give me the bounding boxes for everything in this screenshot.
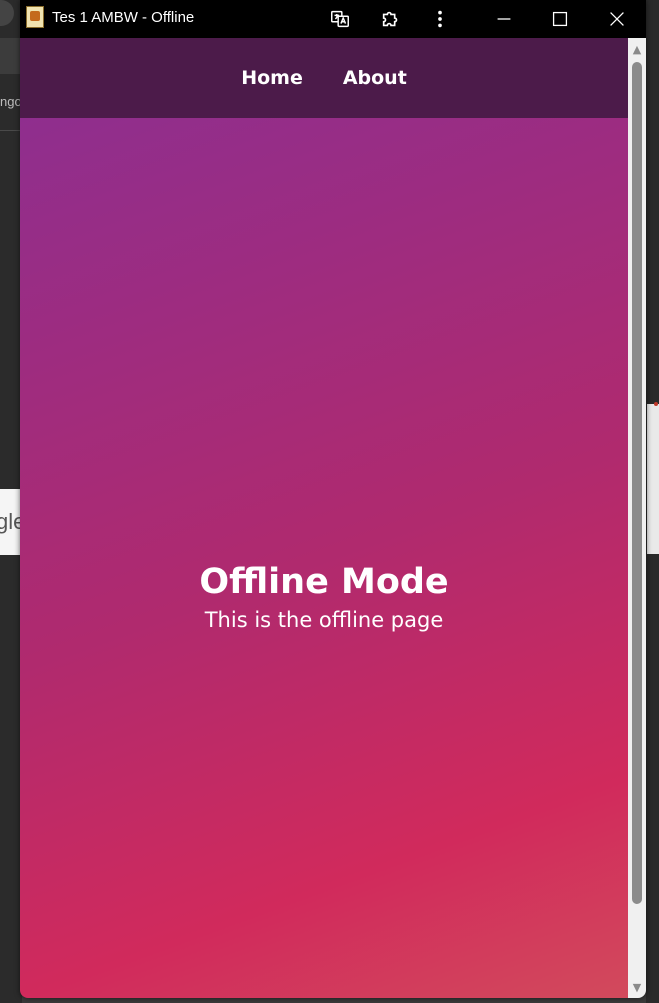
background-search-box: gle xyxy=(0,489,22,555)
nav-about-link[interactable]: About xyxy=(343,67,407,89)
page-subtitle: This is the offline page xyxy=(204,608,444,632)
scroll-up-arrow-icon[interactable]: ▲ xyxy=(628,40,646,58)
navbar: Home About xyxy=(20,38,628,118)
maximize-icon[interactable] xyxy=(548,7,572,31)
background-right-edge xyxy=(646,0,659,1003)
extension-icon[interactable] xyxy=(379,7,403,31)
close-icon[interactable] xyxy=(605,7,629,31)
nav-home-link[interactable]: Home xyxy=(241,67,303,89)
scroll-thumb[interactable] xyxy=(632,62,642,904)
background-tabstrip xyxy=(0,38,22,74)
background-red-dot xyxy=(654,402,658,406)
vertical-scrollbar[interactable]: ▲ ▼ xyxy=(628,38,646,998)
more-options-icon[interactable] xyxy=(428,7,452,31)
minimize-icon[interactable] xyxy=(492,7,516,31)
scroll-down-arrow-icon[interactable]: ▼ xyxy=(628,978,646,996)
page-viewport: Home About Offline Mode This is the offl… xyxy=(20,38,628,998)
background-right-panel xyxy=(647,404,659,554)
background-search-text: gle xyxy=(0,509,22,534)
translate-icon[interactable] xyxy=(328,7,352,31)
background-address-text: ngo xyxy=(0,94,22,109)
app-icon xyxy=(26,6,44,28)
page-title: Offline Mode xyxy=(199,562,449,602)
title-bar: Tes 1 AMBW - Offline xyxy=(20,0,646,38)
app-window: Tes 1 AMBW - Offline Home About Offline … xyxy=(20,0,646,998)
window-title: Tes 1 AMBW - Offline xyxy=(52,9,195,26)
background-profile-circle xyxy=(0,0,14,26)
hero-section: Offline Mode This is the offline page xyxy=(20,118,628,998)
background-browser-window: ngo gle xyxy=(0,0,22,1003)
